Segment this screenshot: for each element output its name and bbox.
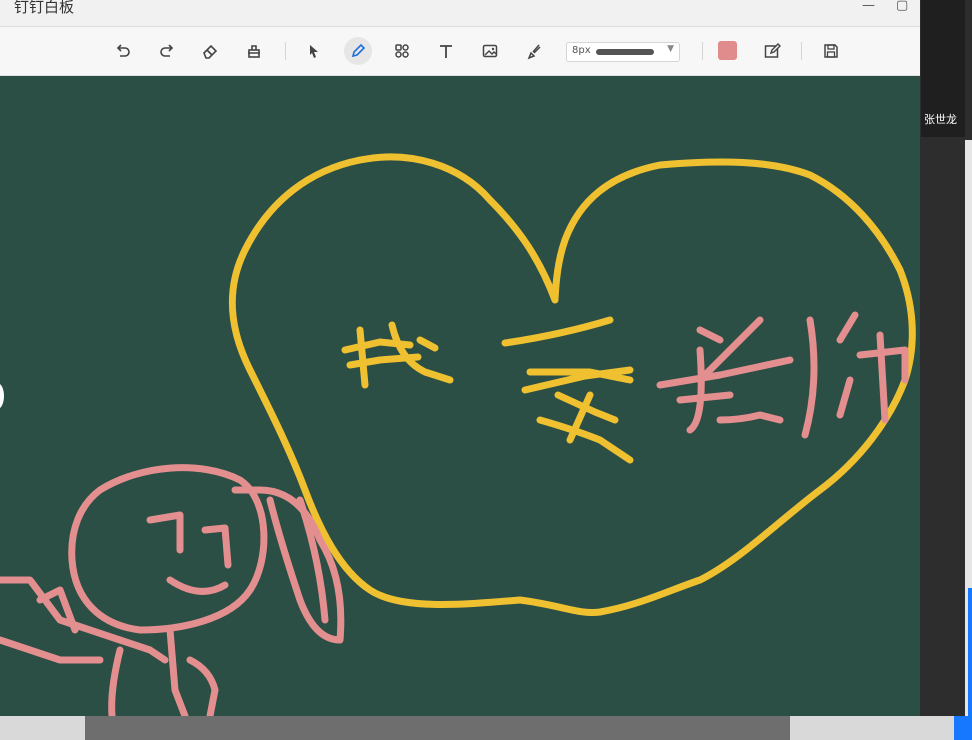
shapes-icon [395, 44, 409, 58]
toolbar-divider [801, 42, 802, 60]
select-icon [310, 45, 318, 58]
maximize-button[interactable]: ▢ [896, 0, 908, 13]
undo-button[interactable] [109, 37, 137, 65]
eraser-button[interactable] [196, 37, 224, 65]
minimize-button[interactable]: — [862, 0, 875, 13]
pen-icon [351, 43, 366, 58]
pen-button[interactable] [344, 37, 372, 65]
brush-icon [527, 44, 541, 60]
clear-icon [248, 45, 260, 58]
color-swatch[interactable] [718, 41, 737, 60]
text-button[interactable] [432, 37, 460, 65]
toolbar-divider [702, 42, 703, 60]
stroke-size-select[interactable]: 8px ▼ [566, 42, 680, 62]
stroke-preview [596, 49, 654, 55]
bottom-accent [954, 716, 972, 740]
stroke-size-value: 8px [572, 45, 591, 56]
bottom-bar [0, 716, 972, 740]
participant-name: 张世龙 [924, 113, 957, 126]
chevron-down-icon: ▼ [667, 44, 674, 54]
shapes-button[interactable] [388, 37, 416, 65]
whiteboard-window: 钉钉白板 — ▢ 8px ▼ [0, 0, 920, 716]
participant-tile[interactable]: 张世龙 [921, 0, 965, 137]
eraser-icon [203, 44, 218, 59]
clear-button[interactable] [240, 37, 268, 65]
edit-board-icon [764, 43, 781, 58]
toolbar [0, 27, 920, 76]
image-icon [482, 44, 498, 58]
select-button[interactable] [300, 37, 328, 65]
title-bar: 钉钉白板 — ▢ [0, 0, 920, 27]
video-strip [85, 716, 790, 740]
save-button[interactable] [817, 37, 845, 65]
image-button[interactable] [476, 37, 504, 65]
toolbar-divider [285, 42, 286, 60]
app-title: 钉钉白板 [14, 0, 75, 16]
save-icon [824, 44, 838, 58]
undo-icon [116, 44, 130, 57]
brush-button[interactable] [520, 37, 548, 65]
drawing-canvas[interactable] [0, 77, 920, 716]
redo-button[interactable] [153, 37, 181, 65]
text-icon [440, 45, 452, 58]
redo-icon [160, 44, 174, 57]
edit-board-button[interactable] [758, 37, 786, 65]
